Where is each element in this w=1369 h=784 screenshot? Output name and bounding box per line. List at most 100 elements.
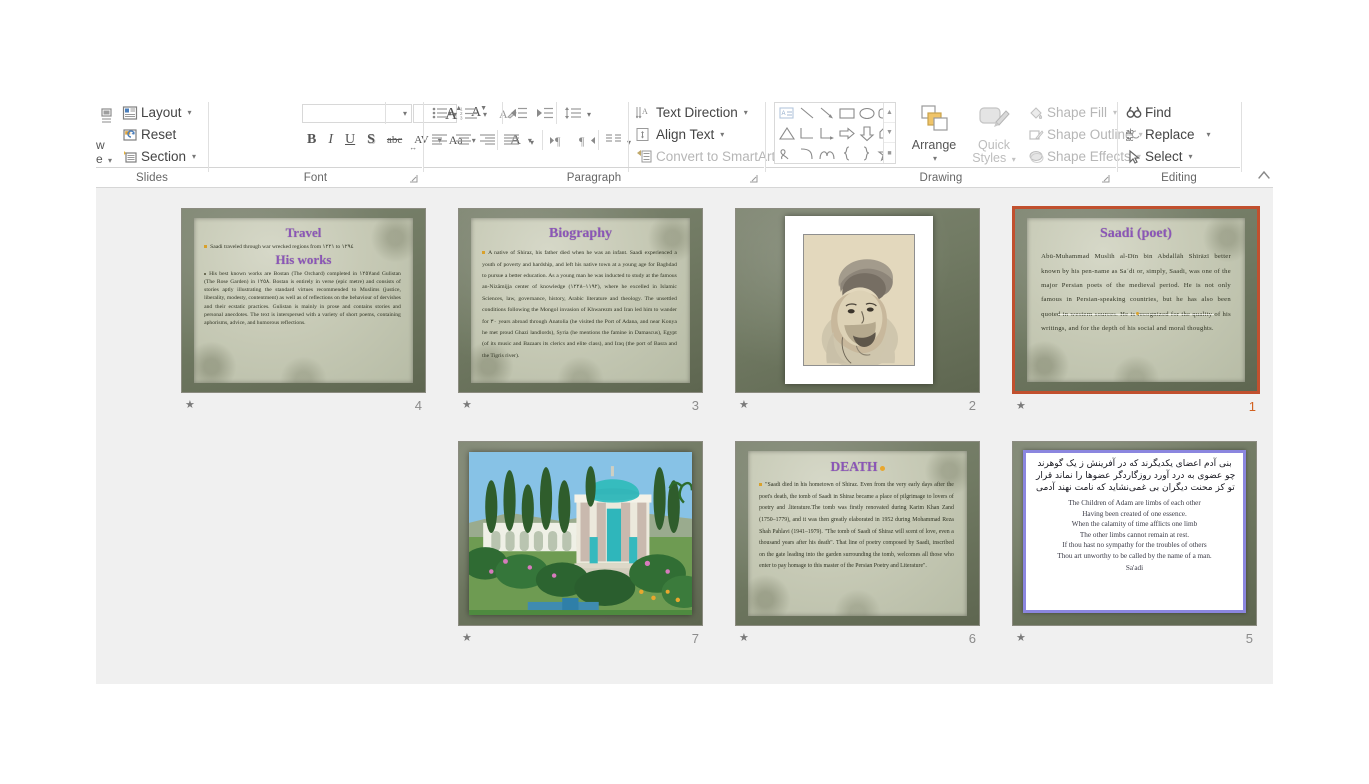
slide-3-para: A native of Shiraz, his father died when… (471, 242, 690, 362)
numbering-icon[interactable]: 1 2 3 (460, 106, 478, 122)
ltr-direction-icon[interactable]: ¶ (550, 134, 568, 150)
shape-oval-icon[interactable] (857, 104, 877, 123)
arrange-caret-icon[interactable]: ▾ (908, 152, 962, 165)
justify-icon[interactable] (504, 134, 520, 150)
justify-caret-icon[interactable]: ▾ (530, 138, 534, 147)
slide-5-canvas[interactable]: که در آفرینش ز یک گوهرند بنی آدم اعضای ی… (1012, 441, 1257, 626)
slide-7-canvas[interactable] (458, 441, 703, 626)
slide-1-canvas[interactable]: Saadi (poet) Abū-Muhammad Muslih al-Dīn … (1012, 206, 1260, 394)
quick-styles-button[interactable]: Quick Styles ▾ (966, 104, 1022, 166)
slide-2-animation-icon[interactable]: ★ (739, 399, 749, 411)
shape-elbow-arrow-icon[interactable] (817, 124, 837, 143)
new-slide-icon[interactable] (98, 108, 112, 133)
underline-button[interactable]: U (340, 132, 360, 148)
slide-3-animation-icon[interactable]: ★ (462, 399, 472, 411)
slide-4-meta: ★ 4 (181, 397, 426, 413)
reset-button[interactable]: Reset (138, 126, 179, 143)
slide-thumbnail-1[interactable]: Saadi (poet) Abū-Muhammad Muslih al-Dīn … (1012, 206, 1260, 414)
slide-2-canvas[interactable] (735, 208, 980, 393)
arrange-button[interactable]: Arrange ▾ (906, 104, 962, 165)
shape-textbox-icon[interactable]: A (777, 104, 797, 123)
new-slide-label: w (96, 138, 105, 152)
select-caret-icon[interactable]: ▾ (1189, 152, 1193, 161)
paragraph-dialog-launcher[interactable] (749, 174, 758, 183)
slide-4-animation-icon[interactable]: ★ (185, 399, 195, 411)
drawing-dialog-launcher[interactable] (1101, 174, 1110, 183)
text-direction-caret-icon[interactable]: ▾ (744, 108, 748, 117)
text-shadow-button[interactable]: S (362, 132, 380, 148)
slide-thumbnail-2[interactable]: ★ 2 (735, 208, 980, 413)
font-name-caret-icon[interactable]: ▾ (403, 109, 407, 118)
shapes-gallery-scrollbar[interactable]: ▲ ▼ ■ (883, 103, 895, 163)
layout-button[interactable]: Layout ▾ (138, 104, 195, 121)
shape-elbow-connector-icon[interactable] (797, 124, 817, 143)
bullets-icon[interactable] (432, 106, 448, 122)
shape-fill-label: Shape Fill (1047, 105, 1108, 120)
replace-caret-icon[interactable]: ▾ (1207, 130, 1211, 139)
replace-button[interactable]: Replace ▾ (1142, 126, 1214, 143)
shape-fill-button[interactable]: Shape Fill ▾ (1044, 104, 1120, 121)
bullets-caret-icon[interactable]: ▾ (453, 110, 457, 119)
slide-thumbnail-5[interactable]: که در آفرینش ز یک گوهرند بنی آدم اعضای ی… (1012, 441, 1257, 646)
shape-arc-icon[interactable] (797, 144, 817, 163)
font-dialog-launcher[interactable] (409, 174, 418, 183)
columns-icon[interactable] (606, 134, 622, 150)
italic-button[interactable]: I (323, 132, 338, 148)
numbering-caret-icon[interactable]: ▾ (483, 110, 487, 119)
line-spacing-icon[interactable] (564, 106, 582, 122)
text-direction-button[interactable]: Text Direction ▾ (653, 104, 751, 121)
shapes-more-button[interactable]: ■ (884, 143, 895, 163)
slide-6-canvas[interactable]: DEATH "Saadi died in his hometown of Shi… (735, 441, 980, 626)
shape-triangle-icon[interactable] (777, 124, 797, 143)
slide-6-animation-icon[interactable]: ★ (739, 632, 749, 644)
section-caret-icon[interactable]: ▾ (192, 152, 196, 161)
font-name-input[interactable]: ▾ (302, 104, 412, 123)
slide-1-animation-icon[interactable]: ★ (1016, 400, 1026, 412)
rtl-direction-icon[interactable]: ¶ (578, 134, 596, 150)
align-text-button[interactable]: Align Text ▾ (653, 126, 727, 143)
shape-arrow-icon[interactable] (817, 104, 837, 123)
shapes-scroll-up-button[interactable]: ▲ (884, 103, 895, 123)
select-button[interactable]: Select ▾ (1142, 148, 1196, 165)
shape-curve-icon[interactable] (817, 144, 837, 163)
shape-line-icon[interactable] (797, 104, 817, 123)
shape-right-arrow-icon[interactable] (837, 124, 857, 143)
align-left-icon[interactable] (432, 134, 448, 150)
align-right-icon[interactable] (480, 134, 496, 150)
shape-down-arrow-icon[interactable] (857, 124, 877, 143)
text-direction-label: Text Direction (656, 105, 738, 120)
slide-thumbnail-7[interactable]: ★ 7 (458, 441, 703, 646)
new-slide-caret[interactable]: e ▾ (96, 152, 112, 166)
slide-5-animation-icon[interactable]: ★ (1016, 632, 1026, 644)
quick-styles-caret-icon[interactable]: ▾ (1012, 155, 1016, 164)
slide-4-canvas[interactable]: Travel Saadi traveled through war wrecke… (181, 208, 426, 393)
slide-thumbnail-6[interactable]: DEATH "Saadi died in his hometown of Shi… (735, 441, 980, 646)
strikethrough-button[interactable]: abc (382, 134, 407, 146)
slide-thumbnail-4[interactable]: Travel Saadi traveled through war wrecke… (181, 208, 426, 413)
bold-button[interactable]: B (302, 132, 321, 148)
slide-4-para-1-text: Saadi traveled through war wrecked regio… (210, 244, 354, 251)
align-text-caret-icon[interactable]: ▾ (720, 130, 724, 139)
slide-3-canvas[interactable]: Biography A native of Shiraz, his father… (458, 208, 703, 393)
decrease-indent-icon[interactable] (510, 106, 528, 122)
slide-thumbnail-3[interactable]: Biography A native of Shiraz, his father… (458, 208, 703, 413)
layout-caret-icon[interactable]: ▾ (188, 108, 192, 117)
slide-7-number: 7 (691, 630, 699, 646)
section-button[interactable]: Section ▾ (138, 148, 199, 165)
find-button[interactable]: Find (1142, 104, 1174, 121)
align-center-icon[interactable] (456, 134, 472, 150)
slide-sorter-pane[interactable]: Travel Saadi traveled through war wrecke… (96, 187, 1273, 684)
shape-rectangle-icon[interactable] (837, 104, 857, 123)
slide-4-title-2: His works (275, 252, 332, 268)
tomb-of-saadi-image (469, 452, 692, 615)
line-spacing-caret-icon[interactable]: ▾ (587, 110, 591, 119)
increase-indent-icon[interactable] (536, 106, 554, 122)
slide-7-animation-icon[interactable]: ★ (462, 632, 472, 644)
svg-text:A: A (782, 111, 786, 117)
shapes-gallery[interactable]: A ▲ ▼ ■ (774, 102, 896, 164)
shape-left-brace-icon[interactable] (837, 144, 857, 163)
shape-scribble-icon[interactable] (777, 144, 797, 163)
shapes-scroll-down-button[interactable]: ▼ (884, 123, 895, 143)
collapse-ribbon-button[interactable] (1257, 169, 1271, 184)
shape-right-brace-icon[interactable] (857, 144, 877, 163)
